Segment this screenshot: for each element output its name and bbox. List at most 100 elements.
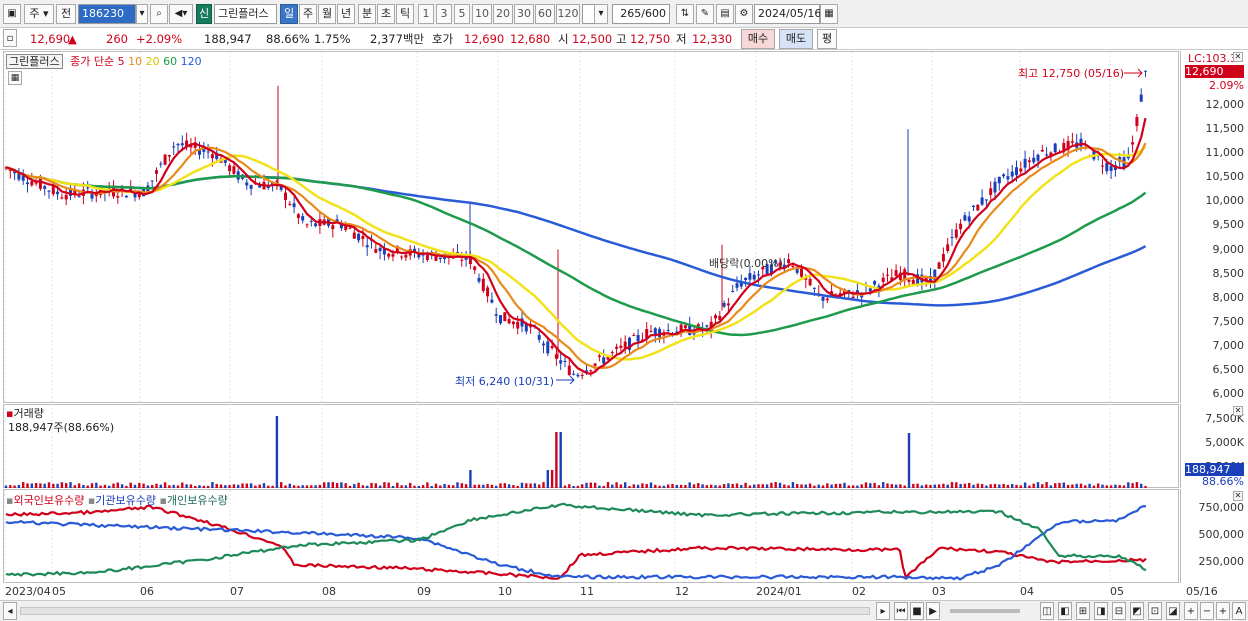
zoom-out-icon[interactable]: − (1200, 602, 1214, 620)
volume-bar (1002, 483, 1005, 488)
volume-bar (421, 485, 425, 488)
volume-bar (714, 485, 717, 488)
price-panel-title[interactable]: 그린플러스 (6, 54, 63, 69)
volume-bar (684, 484, 687, 488)
x-axis-label: 11 (580, 585, 594, 598)
volume-bar (439, 485, 442, 488)
volume-bar (1084, 485, 1087, 488)
volume-bar (443, 484, 446, 488)
volume-bar (430, 485, 433, 488)
volume-bar (804, 484, 807, 488)
layout-icon-4[interactable]: ◨ (1094, 602, 1108, 620)
candle-body (206, 151, 210, 153)
volume-bar (125, 485, 128, 488)
volume-close-icon[interactable]: ✕ (1233, 406, 1243, 416)
candle-body (623, 341, 627, 348)
candle-body (434, 256, 438, 261)
font-icon[interactable]: A (1232, 602, 1246, 620)
volume-bar (495, 485, 498, 488)
scroll-right-icon[interactable]: ▸ (876, 602, 890, 620)
price-close-icon[interactable]: ✕ (1233, 52, 1243, 62)
layout-icon-7[interactable]: ⊡ (1148, 602, 1162, 620)
ma20-label[interactable]: 20 (146, 55, 160, 68)
candle-body (791, 266, 795, 268)
holding-line (5, 505, 1147, 581)
candle-body (597, 355, 601, 358)
candle-body (967, 216, 971, 222)
chart-canvas (4, 52, 1147, 583)
volume-bar (198, 485, 201, 488)
volume-bar (572, 485, 575, 488)
volume-bar (17, 484, 21, 488)
ma5-label[interactable]: 5 (118, 55, 125, 68)
candle-body (172, 146, 176, 148)
candle-body (486, 287, 490, 297)
volume-bar (176, 485, 180, 488)
volume-bar (925, 484, 928, 488)
volume-bar (409, 482, 412, 488)
ma60-label[interactable]: 60 (163, 55, 177, 68)
retail-label[interactable]: 개인보유수량 (167, 494, 228, 507)
candle-body (378, 247, 382, 252)
layout-icon-3[interactable]: ⊞ (1076, 602, 1090, 620)
zoom-in-icon[interactable]: + (1184, 602, 1198, 620)
volume-bar (69, 482, 72, 488)
volume-bar (533, 483, 537, 488)
volume-bar (654, 484, 657, 488)
play-icon[interactable]: ▶ (926, 602, 940, 620)
candle-body (473, 266, 477, 271)
volume-bar (679, 484, 683, 488)
candle-body (43, 186, 47, 189)
volume-bar (228, 485, 231, 488)
volume-bar (800, 484, 803, 488)
volume-bar (778, 482, 782, 488)
volume-bar (469, 470, 472, 488)
scroll-track[interactable] (20, 607, 870, 615)
volume-bar (224, 485, 227, 488)
candle-body (460, 259, 464, 261)
candle-body (150, 180, 154, 182)
volume-bar (705, 485, 709, 488)
layout-icon-2[interactable]: ◧ (1058, 602, 1072, 620)
volume-bar (9, 485, 12, 488)
candle-body (954, 229, 958, 238)
stop-icon[interactable]: ■ (910, 602, 924, 620)
volume-bar (611, 484, 614, 488)
candle-body (546, 341, 550, 354)
table-icon[interactable]: ▦ (8, 71, 22, 85)
volume-bar (499, 483, 502, 488)
zoom-slider[interactable] (950, 609, 1020, 613)
layout-icon-5[interactable]: ⊟ (1112, 602, 1126, 620)
first-icon[interactable]: ⏮ (894, 602, 908, 620)
ma10-label[interactable]: 10 (128, 55, 142, 68)
volume-bar (30, 483, 33, 488)
foreign-label[interactable]: 외국인보유수량 (13, 494, 84, 507)
candle-body (1109, 166, 1113, 171)
layout-icon-1[interactable]: ◫ (1040, 602, 1054, 620)
holding-line (5, 502, 1147, 577)
plus-icon[interactable]: + (1216, 602, 1230, 620)
candle-body (477, 277, 481, 282)
inst-label[interactable]: 기관보유수량 (95, 494, 156, 507)
scroll-left-icon[interactable]: ◂ (3, 602, 17, 620)
candle-body (752, 274, 756, 280)
holding-close-icon[interactable]: ✕ (1233, 491, 1243, 501)
volume-bar (1023, 482, 1027, 488)
volume-bar (1131, 483, 1134, 488)
candle-body (731, 290, 735, 292)
x-axis-label: 2024/01 (756, 585, 802, 598)
volume-bar (26, 483, 29, 488)
volume-bar (77, 483, 81, 488)
candle-body (176, 143, 180, 146)
volume-bar (1032, 483, 1035, 488)
volume-bar (1019, 485, 1022, 488)
ma-line (5, 117, 1147, 375)
layout-icon-8[interactable]: ◪ (1166, 602, 1180, 620)
x-axis-label: 12 (675, 585, 689, 598)
candle-body (249, 185, 253, 189)
ma120-label[interactable]: 120 (181, 55, 202, 68)
volume-bar (968, 482, 971, 488)
layout-icon-6[interactable]: ◩ (1130, 602, 1144, 620)
volume-bar (959, 483, 962, 488)
candle-body (554, 354, 558, 359)
